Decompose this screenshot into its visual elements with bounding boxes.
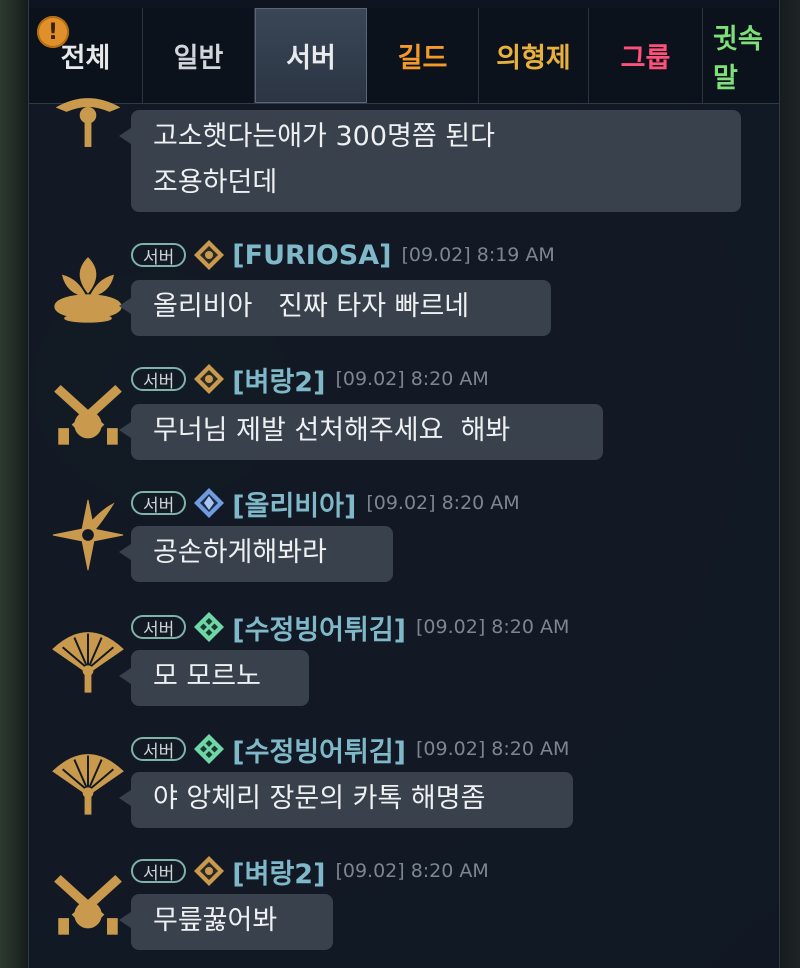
message-text: 공손하게해봐라 xyxy=(153,537,327,568)
message-bubble: 무릎꿇어봐 xyxy=(119,894,333,950)
tab-label: 전체 xyxy=(60,43,111,74)
message-header: 서버 [올리비아] [09.02] 8:20 AM xyxy=(131,484,520,523)
channel-badge: 서버 xyxy=(131,859,187,884)
message-header: 서버 [수정빙어튀김] [09.02] 8:20 AM xyxy=(131,608,570,647)
channel-badge: 서버 xyxy=(131,615,187,640)
channel-badge: 서버 xyxy=(131,367,187,392)
class-crest-icon xyxy=(194,856,225,886)
message-bubble: 공손하게해봐라 xyxy=(119,526,393,582)
star-bird-emblem-icon xyxy=(52,499,124,571)
message-header: 서버 [벼랑2] [09.02] 8:20 AM xyxy=(131,360,489,399)
sender-name[interactable]: [FURIOSA] xyxy=(232,240,391,271)
game-background-right xyxy=(778,0,800,968)
tab-guild[interactable]: 길드 xyxy=(367,8,479,103)
timestamp: [09.02] 8:20 AM xyxy=(335,368,489,390)
chat-panel: 전체 일반 서버 길드 의형제 그룹 귓속말 ! 고소햇다는애가 300명쯤 된… xyxy=(28,0,780,968)
tab-label: 길드 xyxy=(397,43,448,74)
message-bubble: 고소햇다는애가 300명쯤 된다 조용하던데 xyxy=(119,110,741,212)
sender-name[interactable]: [수정빙어튀김] xyxy=(232,608,406,647)
timestamp: [09.02] 8:20 AM xyxy=(416,738,570,760)
timestamp: [09.02] 8:20 AM xyxy=(416,616,570,638)
tab-general[interactable]: 일반 xyxy=(143,8,255,103)
timestamp: [09.02] 8:20 AM xyxy=(335,860,489,882)
tab-group[interactable]: 그룹 xyxy=(589,8,703,103)
fan-emblem-icon xyxy=(52,754,124,815)
chat-tab-bar: 전체 일반 서버 길드 의형제 그룹 귓속말 xyxy=(29,0,779,104)
sender-name[interactable]: [수정빙어튀김] xyxy=(232,730,406,769)
message-text: 야 앙체리 장문의 카톡 해명좀 xyxy=(153,783,486,814)
message-header: 서버 [수정빙어튀김] [09.02] 8:20 AM xyxy=(131,730,570,769)
blue-crest-icon xyxy=(194,488,225,518)
gunslinger-emblem-icon xyxy=(55,98,121,147)
message-text: 무너님 제발 선처해주세요 해봐 xyxy=(153,415,511,446)
green-crest-icon xyxy=(194,612,225,642)
lotus-emblem-icon xyxy=(54,257,122,323)
class-crest-icon xyxy=(194,364,225,394)
tab-whisper[interactable]: 귓속말 xyxy=(703,8,779,103)
sender-name[interactable]: [벼랑2] xyxy=(232,852,325,891)
message-header: 서버 [벼랑2] [09.02] 8:20 AM xyxy=(131,852,489,891)
channel-badge: 서버 xyxy=(131,243,187,268)
message-text: 무릎꿇어봐 xyxy=(153,905,278,936)
exclamation-icon[interactable]: ! xyxy=(37,16,69,48)
tab-label: 의형제 xyxy=(496,43,571,74)
green-crest-icon xyxy=(194,734,225,764)
tab-server[interactable]: 서버 xyxy=(255,8,367,103)
game-background-left xyxy=(0,0,28,968)
fan-emblem-icon xyxy=(52,632,124,693)
message-bubble: 야 앙체리 장문의 카톡 해명좀 xyxy=(119,772,573,828)
channel-badge: 서버 xyxy=(131,737,187,762)
channel-badge: 서버 xyxy=(131,491,187,516)
timestamp: [09.02] 8:19 AM xyxy=(401,244,555,266)
class-crest-icon xyxy=(194,240,225,270)
message-header: 서버 [FURIOSA] [09.02] 8:19 AM xyxy=(131,238,555,272)
crossed-guns-emblem-icon xyxy=(54,385,122,445)
message-bubble: 모 모르노 xyxy=(119,650,309,706)
tab-brotherhood[interactable]: 의형제 xyxy=(479,8,589,103)
sender-name[interactable]: [올리비아] xyxy=(232,484,356,523)
message-text: 모 모르노 xyxy=(153,661,261,692)
message-text: 고소햇다는애가 300명쯤 된다 조용하던데 xyxy=(153,121,495,198)
message-bubble: 무너님 제발 선처해주세요 해봐 xyxy=(119,404,603,460)
tab-label: 그룹 xyxy=(620,43,671,74)
timestamp: [09.02] 8:20 AM xyxy=(366,492,520,514)
crossed-guns-emblem-icon xyxy=(54,875,122,935)
message-text: 올리비아 진짜 타자 빠르네 xyxy=(153,291,470,322)
tab-label: 서버 xyxy=(286,43,336,74)
message-bubble: 올리비아 진짜 타자 빠르네 xyxy=(119,280,551,336)
tab-label: 귓속말 xyxy=(713,23,763,94)
tab-label: 일반 xyxy=(173,43,224,74)
sender-name[interactable]: [벼랑2] xyxy=(232,360,325,399)
